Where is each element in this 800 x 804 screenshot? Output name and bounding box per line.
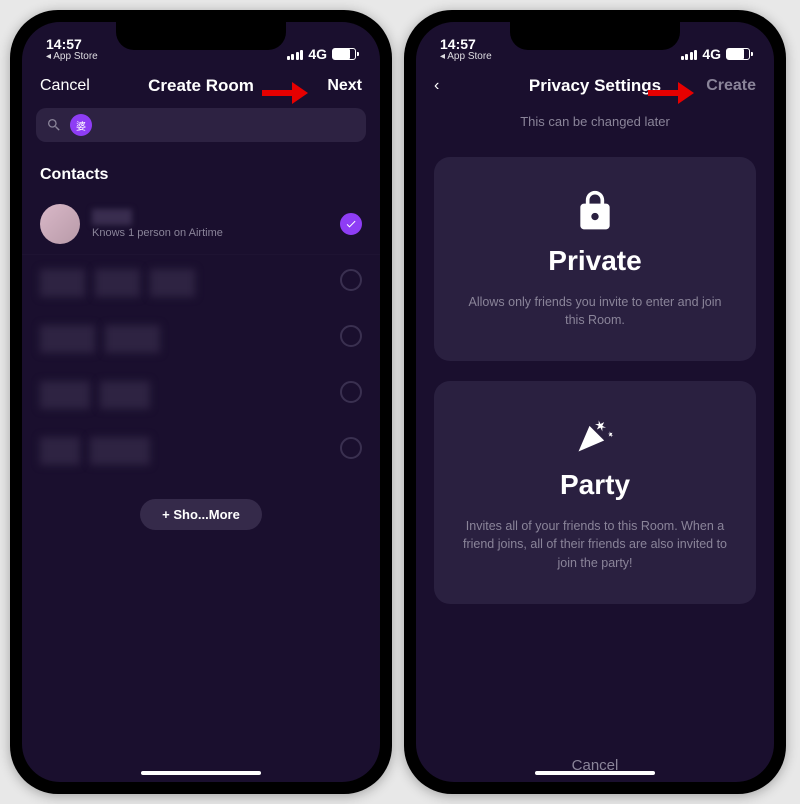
contact-checkbox[interactable] xyxy=(340,325,362,347)
contact-checkbox[interactable] xyxy=(340,437,362,459)
avatar xyxy=(40,204,80,244)
page-title: Privacy Settings xyxy=(529,76,661,96)
party-icon xyxy=(458,413,732,457)
back-to-app[interactable]: ◂ App Store xyxy=(440,52,492,63)
contact-name-redacted xyxy=(92,209,132,225)
arrow-annotation xyxy=(648,82,694,109)
phone-left: 14:57 ◂ App Store 4G Cancel Create Room … xyxy=(10,10,392,794)
option-title: Party xyxy=(458,469,732,501)
option-description: Allows only friends you invite to enter … xyxy=(458,293,732,329)
back-button[interactable]: ‹ xyxy=(434,77,504,95)
privacy-option-party[interactable]: Party Invites all of your friends to thi… xyxy=(434,381,756,603)
search-icon xyxy=(46,117,62,133)
page-title: Create Room xyxy=(148,76,254,96)
home-indicator[interactable] xyxy=(141,771,261,775)
contact-checkbox[interactable] xyxy=(340,269,362,291)
option-title: Private xyxy=(458,245,732,277)
search-input[interactable]: 婆 xyxy=(36,108,366,142)
home-indicator[interactable] xyxy=(535,771,655,775)
create-button[interactable]: Create xyxy=(686,77,756,95)
network-label: 4G xyxy=(702,46,721,62)
contact-row[interactable]: Knows 1 person on Airtime xyxy=(22,194,380,255)
status-time: 14:57 xyxy=(46,37,98,52)
cancel-button[interactable]: Cancel xyxy=(40,77,110,95)
back-to-app[interactable]: ◂ App Store xyxy=(46,52,98,63)
signal-icon xyxy=(287,49,304,60)
contact-checkbox[interactable] xyxy=(340,381,362,403)
cancel-button[interactable]: Cancel xyxy=(416,741,774,782)
show-more-button[interactable]: + Sho...More xyxy=(140,499,262,530)
page-subtitle: This can be changed later xyxy=(416,106,774,147)
signal-icon xyxy=(681,49,698,60)
contact-row-redacted[interactable] xyxy=(22,311,380,367)
arrow-annotation xyxy=(262,82,308,109)
contact-subtitle: Knows 1 person on Airtime xyxy=(92,227,328,239)
battery-icon xyxy=(332,48,356,60)
nav-bar: ‹ Privacy Settings Create xyxy=(416,64,774,106)
option-description: Invites all of your friends to this Room… xyxy=(458,517,732,571)
privacy-option-private[interactable]: Private Allows only friends you invite t… xyxy=(434,157,756,361)
contacts-header: Contacts xyxy=(22,148,380,194)
contact-row-redacted[interactable] xyxy=(22,423,380,479)
status-time: 14:57 xyxy=(440,37,492,52)
lock-icon xyxy=(458,189,732,233)
contact-row-redacted[interactable] xyxy=(22,367,380,423)
nav-bar: Cancel Create Room Next xyxy=(22,64,380,106)
contact-row-redacted[interactable] xyxy=(22,255,380,311)
contact-checkbox-checked[interactable] xyxy=(340,213,362,235)
battery-icon xyxy=(726,48,750,60)
search-chip[interactable]: 婆 xyxy=(70,114,92,136)
network-label: 4G xyxy=(308,46,327,62)
phone-right: 14:57 ◂ App Store 4G ‹ Privacy Settings … xyxy=(404,10,786,794)
